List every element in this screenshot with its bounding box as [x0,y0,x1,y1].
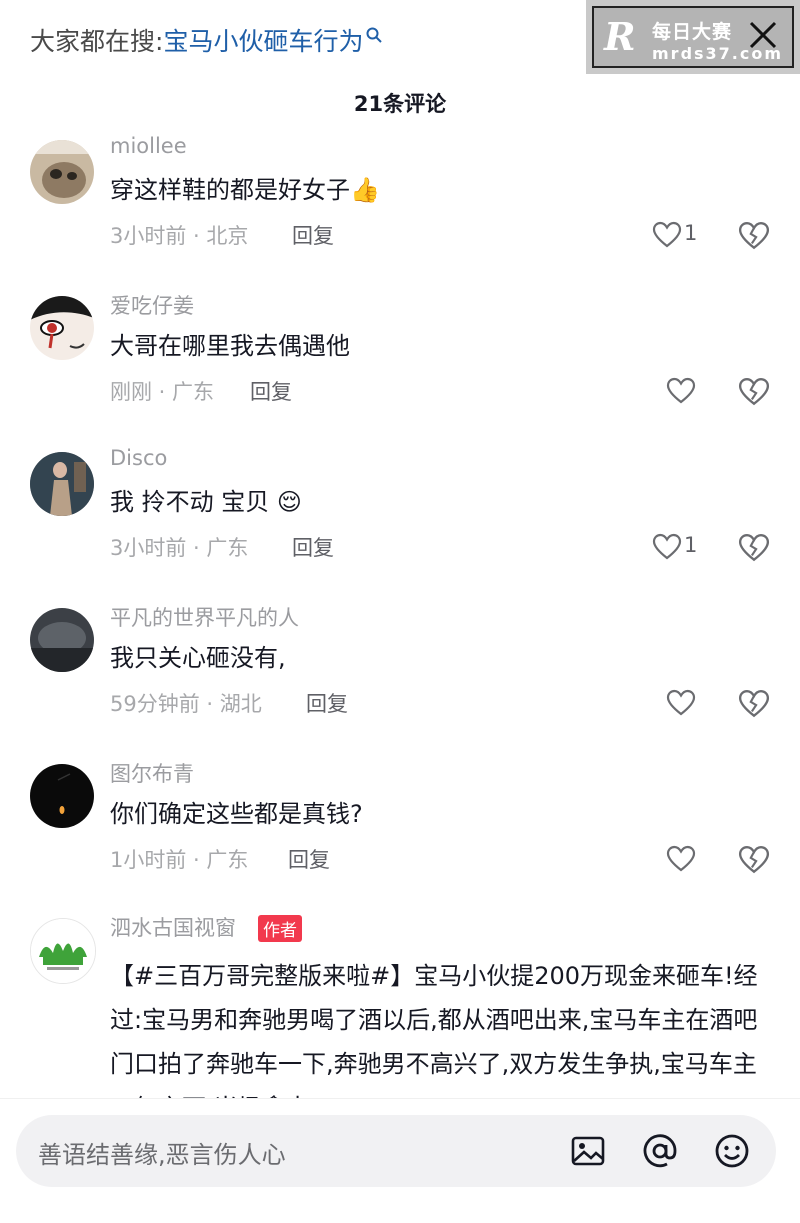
search-suggestion-keyword[interactable]: 宝马小伙砸车行为 [163,27,363,56]
avatar[interactable] [30,608,94,672]
comment-meta: 3小时前 · 北京 [110,224,249,248]
comment-meta: 刚刚 · 广东 [110,380,215,404]
comment-text: 你们确定这些都是真钱? [110,800,363,828]
comment-meta: 1小时前 · 广东 [110,848,249,872]
author-badge: 作者 [258,915,302,942]
like-button[interactable]: 1 [652,220,712,252]
watermark-title: 每日大赛 [652,21,733,43]
like-count: 1 [684,221,698,245]
avatar[interactable] [30,452,94,516]
search-suggestion-prefix: 大家都在搜: [30,27,164,56]
comment-text: 穿这样鞋的都是好女子👍 [110,176,380,204]
comment-username[interactable]: 图尔布青 [110,758,194,788]
image-icon[interactable] [570,1133,606,1169]
search-suggestion[interactable]: 大家都在搜:宝马小伙砸车行为 [30,22,383,58]
comment-item: 爱吃仔姜 大哥在哪里我去偶遇他 刚刚 · 广东 回复 [0,294,800,446]
broken-heart-icon[interactable] [738,532,770,564]
reply-button[interactable]: 回复 [306,688,348,718]
comment-input-placeholder: 善语结善缘,恶言伤人心 [38,1141,286,1169]
like-button[interactable] [666,376,726,408]
close-icon[interactable] [742,14,784,56]
comment-meta: 59分钟前 · 湖北 [110,692,262,716]
reply-button[interactable]: 回复 [292,532,334,562]
relieved-emoji: 😌 [276,488,302,516]
comment-username[interactable]: 平凡的世界平凡的人 [110,602,299,632]
like-button[interactable] [666,688,726,720]
comment-item: miollee 穿这样鞋的都是好女子👍 3小时前 · 北京 回复 1 [0,134,800,290]
heart-icon [652,533,682,560]
mention-icon[interactable] [642,1133,678,1169]
comment-text: 我只关心砸没有, [110,644,286,672]
watermark-overlay: R 每日大赛 mrds37.com [586,0,800,74]
reply-button[interactable]: 回复 [292,220,334,250]
comment-item: 图尔布青 你们确定这些都是真钱? 1小时前 · 广东 回复 [0,762,800,914]
heart-icon [666,377,696,404]
comment-item: 平凡的世界平凡的人 我只关心砸没有, 59分钟前 · 湖北 回复 [0,606,800,758]
heart-icon [666,689,696,716]
comment-text: 我 拎不动 宝贝 😌 [110,488,302,516]
heart-icon [666,845,696,872]
comment-username[interactable]: Disco [110,446,167,470]
thumbs-up-emoji: 👍 [350,176,380,204]
heart-icon [652,221,682,248]
avatar[interactable] [30,918,96,984]
comment-text: 大哥在哪里我去偶遇他 [110,332,350,360]
like-button[interactable] [666,844,726,876]
comment-text: 【#三百万哥完整版来啦#】宝马小伙提200万现金来砸车!经过:宝马男和奔驰男喝了… [110,962,758,1104]
comment-input[interactable]: 善语结善缘,恶言伤人心 [16,1115,776,1187]
emoji-icon[interactable] [714,1133,750,1169]
broken-heart-icon[interactable] [738,376,770,408]
comments-count-title: 21条评论 [353,92,447,116]
broken-heart-icon[interactable] [738,220,770,252]
avatar[interactable] [30,296,94,360]
broken-heart-icon[interactable] [738,844,770,876]
reply-button[interactable]: 回复 [250,376,292,406]
avatar[interactable] [30,140,94,204]
comment-username[interactable]: 爱吃仔姜 [110,290,194,320]
search-icon [366,27,383,43]
comment-username[interactable]: 泗水古国视窗 [110,912,236,942]
avatar[interactable] [30,764,94,828]
comment-username[interactable]: miollee [110,134,187,158]
watermark-frame: R 每日大赛 mrds37.com [592,6,794,68]
watermark-logo: R [604,14,636,59]
like-button[interactable]: 1 [652,532,712,564]
like-count: 1 [684,533,698,557]
reply-button[interactable]: 回复 [288,844,330,874]
comment-item: Disco 我 拎不动 宝贝 😌 3小时前 · 广东 回复 1 [0,446,800,602]
broken-heart-icon[interactable] [738,688,770,720]
comment-meta: 3小时前 · 广东 [110,536,249,560]
author-comment-item: 泗水古国视窗 作者 【#三百万哥完整版来啦#】宝马小伙提200万现金来砸车!经过… [0,915,800,1108]
